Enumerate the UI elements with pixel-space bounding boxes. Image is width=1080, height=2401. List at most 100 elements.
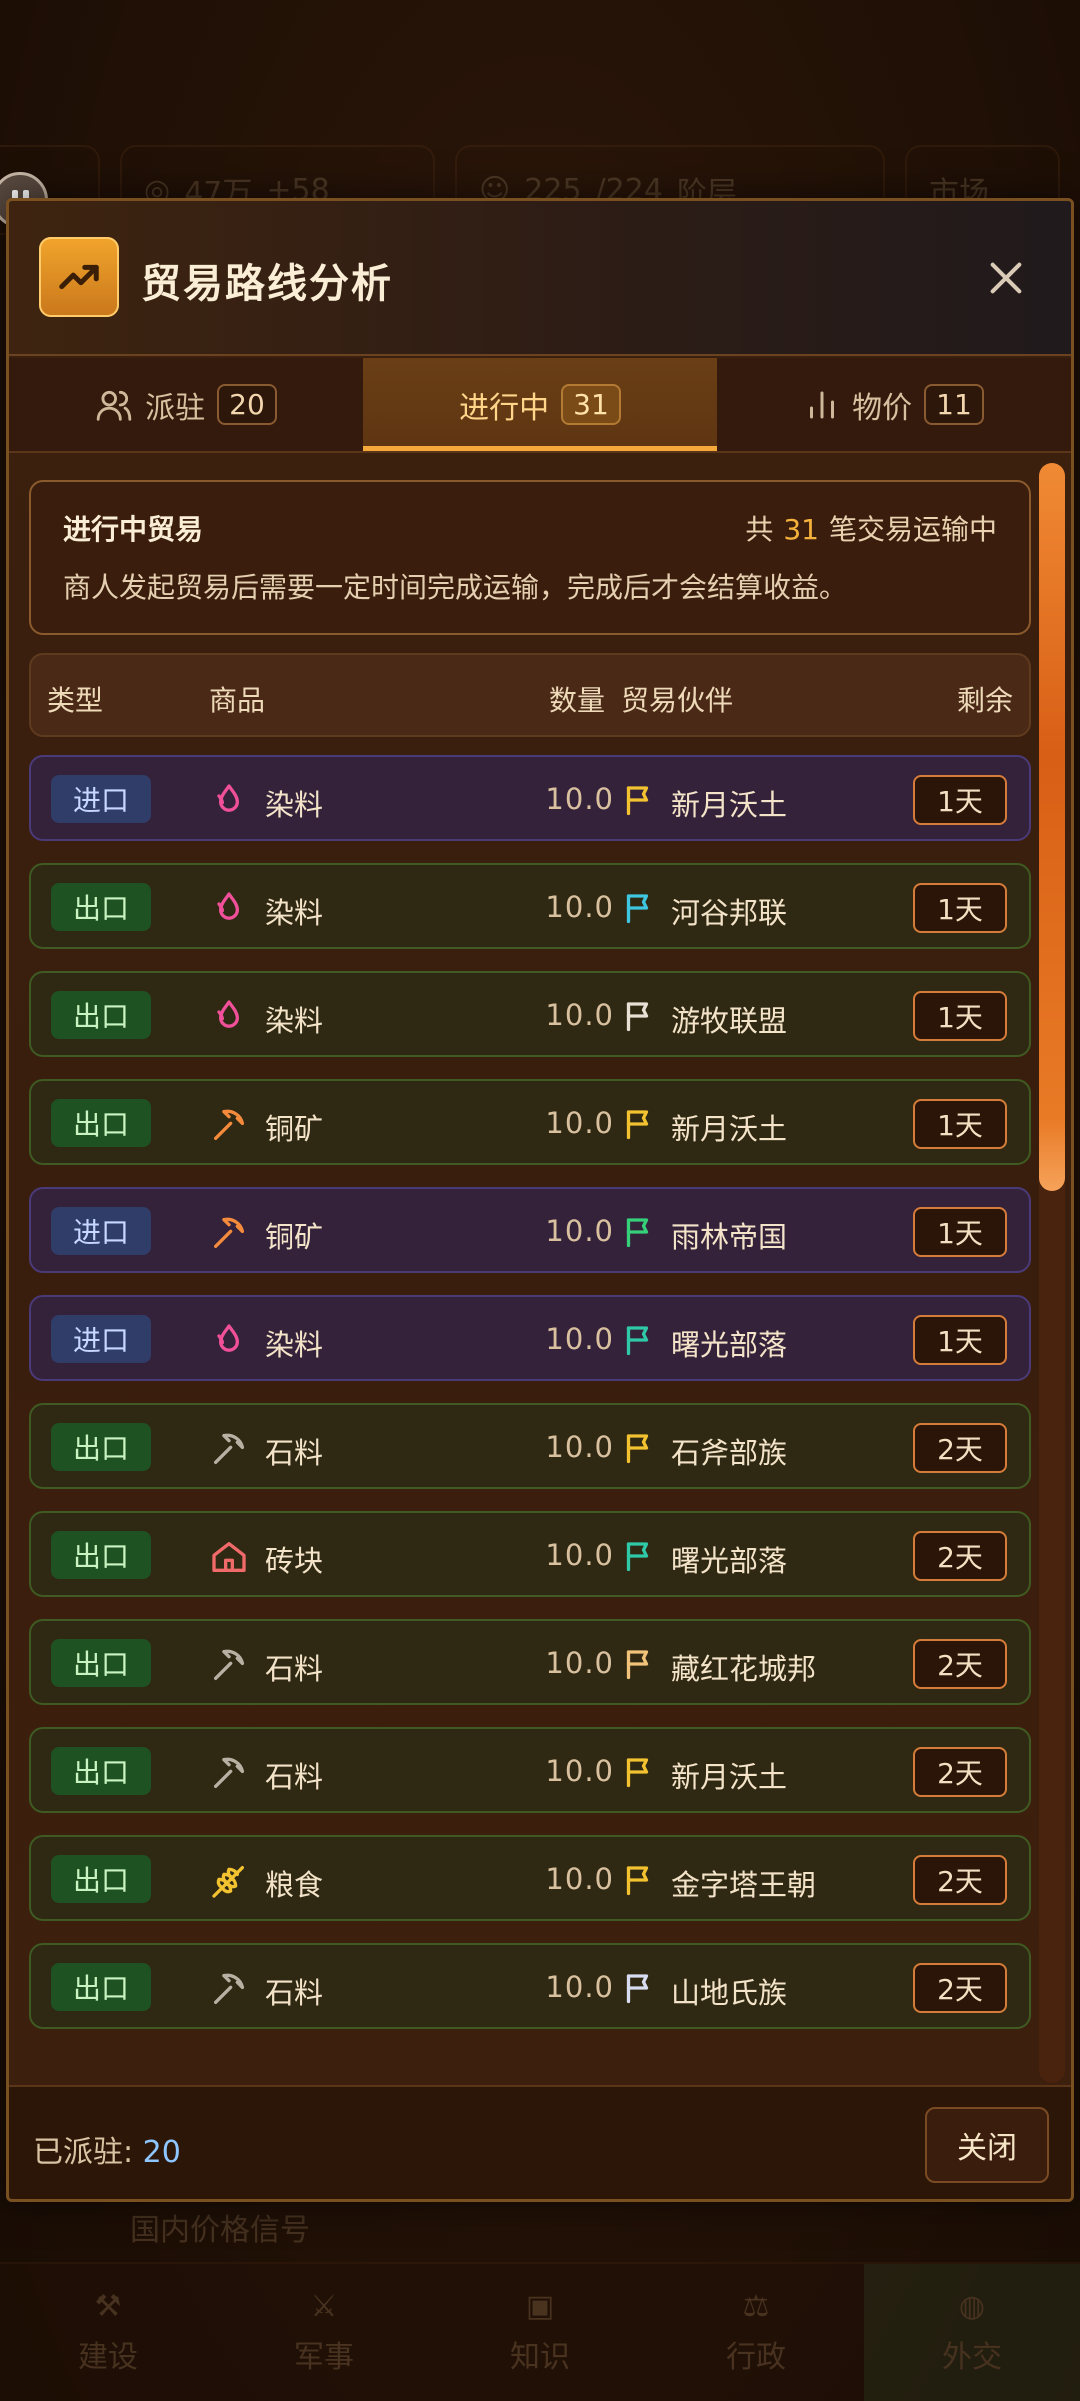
trade-row[interactable]: 出口 石料 10.0 藏红花城邦 2天 <box>29 1619 1031 1705</box>
stationed-label: 已派驻: <box>33 2135 134 2170</box>
trade-list-content[interactable]: 进行中贸易 共 31 笔交易运输中 商人发起贸易后需要一定时间完成运输，完成后才会结… <box>9 455 1071 2085</box>
trade-type-badge: 进口 <box>51 1207 151 1255</box>
col-qty: 数量 <box>549 684 606 717</box>
trade-row[interactable]: 出口 粮食 10.0 金字塔王朝 2天 <box>29 1835 1031 1921</box>
goods-name: 铜矿 <box>265 1112 324 1146</box>
partner-name: 金字塔王朝 <box>671 1868 817 1902</box>
tab-label: 派驻 <box>145 390 206 426</box>
trade-row[interactable]: 出口 石料 10.0 新月沃土 2天 <box>29 1727 1031 1813</box>
days-remaining-badge: 1天 <box>913 883 1007 933</box>
trade-route-modal: 贸易路线分析 派驻 20 进行中 31 物价 11 进行中贸易 共 31 笔交易… <box>6 198 1074 2202</box>
quantity: 10.0 <box>545 1862 614 1896</box>
col-remaining: 剩余 <box>956 684 1013 717</box>
trade-row[interactable]: 出口 砖块 10.0 曙光部落 2天 <box>29 1511 1031 1597</box>
scroll-thumb[interactable] <box>1039 463 1065 1191</box>
trade-type-badge: 出口 <box>51 1423 151 1471</box>
scrollbar[interactable] <box>1039 463 1065 2083</box>
trade-row[interactable]: 进口 染料 10.0 新月沃土 1天 <box>29 755 1031 841</box>
trending-up-icon <box>39 237 119 317</box>
tab-count: 11 <box>924 384 984 425</box>
days-remaining-badge: 2天 <box>913 1747 1007 1797</box>
trade-row[interactable]: 出口 石料 10.0 石斧部族 2天 <box>29 1403 1031 1489</box>
dye-drop-icon <box>209 781 249 821</box>
partner-name: 石斧部族 <box>671 1436 788 1470</box>
trade-type-badge: 出口 <box>51 883 151 931</box>
flag-icon <box>621 1645 657 1683</box>
trade-type-badge: 进口 <box>51 1315 151 1363</box>
partner-name: 藏红花城邦 <box>671 1652 817 1686</box>
partner-name: 山地氏族 <box>671 1976 788 2010</box>
modal-header: 贸易路线分析 <box>9 201 1071 356</box>
partner-name: 河谷邦联 <box>671 896 788 930</box>
trade-row[interactable]: 出口 石料 10.0 山地氏族 2天 <box>29 1943 1031 2029</box>
trade-row[interactable]: 出口 染料 10.0 游牧联盟 1天 <box>29 971 1031 1057</box>
close-icon[interactable] <box>971 243 1041 313</box>
flag-icon <box>621 889 657 927</box>
partner-name: 游牧联盟 <box>671 1004 788 1038</box>
goods-name: 染料 <box>265 788 324 822</box>
quantity: 10.0 <box>545 998 614 1032</box>
trade-row[interactable]: 出口 染料 10.0 河谷邦联 1天 <box>29 863 1031 949</box>
pickaxe-stone-icon <box>209 1645 249 1685</box>
close-button[interactable]: 关闭 <box>925 2107 1049 2183</box>
trade-type-badge: 出口 <box>51 1099 151 1147</box>
modal-footer: 已派驻: 20 关闭 <box>9 2085 1071 2199</box>
tab-label: 物价 <box>852 390 913 426</box>
dye-drop-icon <box>209 1321 249 1361</box>
tab-count: 31 <box>561 384 621 425</box>
flag-icon <box>621 1429 657 1467</box>
tab-prices[interactable]: 物价 11 <box>717 358 1071 451</box>
partner-name: 新月沃土 <box>671 788 788 822</box>
flag-icon <box>621 1105 657 1143</box>
pickaxe-copper-icon <box>209 1213 249 1253</box>
info-description: 商人发起贸易后需要一定时间完成运输，完成后才会结算收益。 <box>63 571 848 604</box>
trade-type-badge: 出口 <box>51 1963 151 2011</box>
quantity: 10.0 <box>545 1538 614 1572</box>
tab-stationed[interactable]: 派驻 20 <box>9 358 363 451</box>
goods-name: 粮食 <box>265 1868 324 1902</box>
users-icon <box>96 390 132 421</box>
trade-row[interactable]: 进口 铜矿 10.0 雨林帝国 1天 <box>29 1187 1031 1273</box>
quantity: 10.0 <box>545 1214 614 1248</box>
flag-icon <box>621 1753 657 1791</box>
quantity: 10.0 <box>545 1106 614 1140</box>
trade-type-badge: 出口 <box>51 1747 151 1795</box>
trade-row[interactable]: 进口 染料 10.0 曙光部落 1天 <box>29 1295 1031 1381</box>
pickaxe-stone-icon <box>209 1753 249 1793</box>
flag-icon <box>621 1213 657 1251</box>
tab-in-progress[interactable]: 进行中 31 <box>363 358 717 451</box>
goods-name: 染料 <box>265 1328 324 1362</box>
tab-bar: 派驻 20 进行中 31 物价 11 <box>9 358 1071 453</box>
flag-icon <box>621 1861 657 1899</box>
days-remaining-badge: 1天 <box>913 1315 1007 1365</box>
days-remaining-badge: 2天 <box>913 1855 1007 1905</box>
days-remaining-badge: 2天 <box>913 1639 1007 1689</box>
tab-count: 20 <box>217 384 277 425</box>
table-header: 类型 商品 数量 贸易伙伴 剩余 <box>29 653 1031 737</box>
flag-icon <box>621 781 657 819</box>
tab-label: 进行中 <box>459 390 550 426</box>
partner-name: 新月沃土 <box>671 1760 788 1794</box>
days-remaining-badge: 1天 <box>913 775 1007 825</box>
col-goods: 商品 <box>209 684 266 717</box>
total-count: 31 <box>783 513 819 546</box>
partner-name: 雨林帝国 <box>671 1220 788 1254</box>
quantity: 10.0 <box>545 1754 614 1788</box>
goods-name: 染料 <box>265 1004 324 1038</box>
quantity: 10.0 <box>545 782 614 816</box>
days-remaining-badge: 1天 <box>913 991 1007 1041</box>
days-remaining-badge: 2天 <box>913 1531 1007 1581</box>
goods-name: 石料 <box>265 1436 324 1470</box>
pickaxe-stone-icon <box>209 1429 249 1469</box>
trade-total: 共 31 笔交易运输中 <box>745 508 997 548</box>
pickaxe-stone-icon <box>209 1969 249 2009</box>
total-suffix: 笔交易运输中 <box>828 513 997 546</box>
dye-drop-icon <box>209 997 249 1037</box>
flag-icon <box>621 1321 657 1359</box>
bar-chart-icon <box>810 391 835 418</box>
wheat-icon <box>209 1861 249 1901</box>
stationed-summary: 已派驻: 20 <box>33 2127 181 2171</box>
trade-type-badge: 出口 <box>51 1855 151 1903</box>
goods-name: 石料 <box>265 1760 324 1794</box>
trade-row[interactable]: 出口 铜矿 10.0 新月沃土 1天 <box>29 1079 1031 1165</box>
